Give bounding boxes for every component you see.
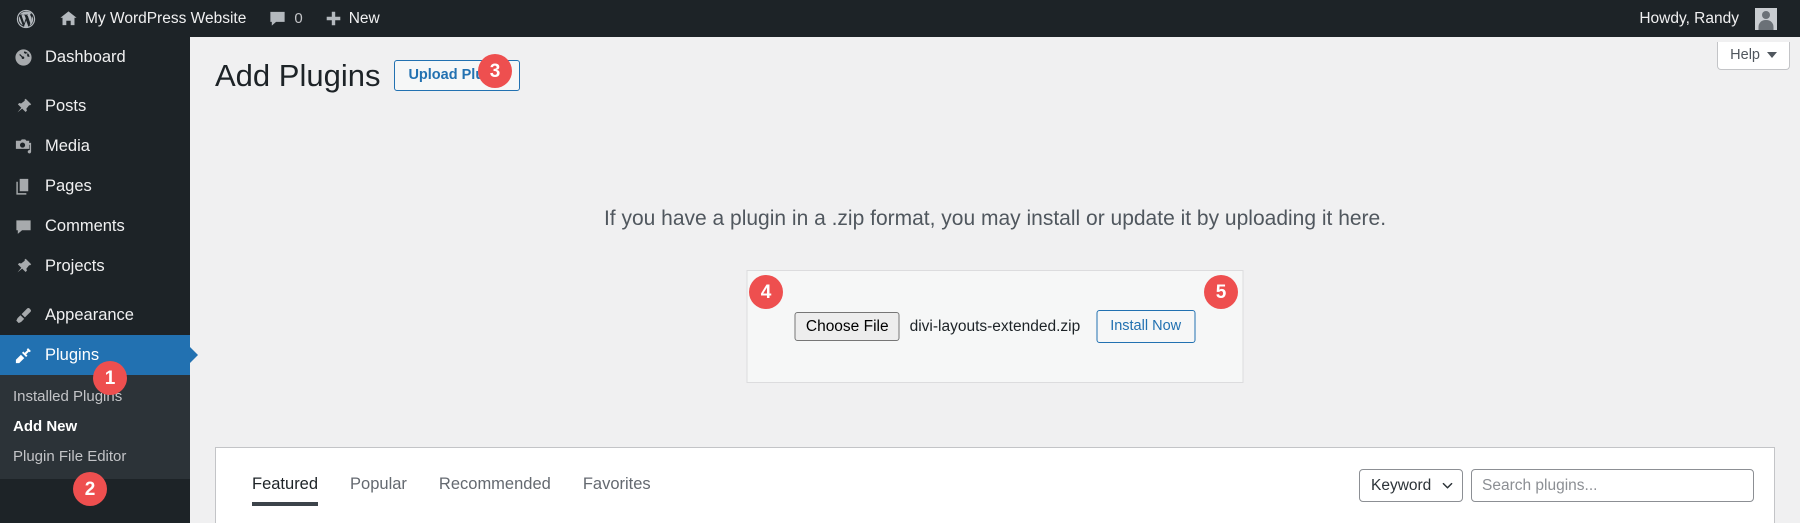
sidebar-item-media[interactable]: Media	[0, 126, 190, 166]
user-avatar-icon	[1755, 7, 1777, 30]
callout-3-upload-plugin: 3	[478, 54, 512, 88]
sidebar-item-label: Posts	[45, 96, 87, 115]
help-toggle-button[interactable]: Help	[1717, 42, 1790, 70]
howdy-label: Howdy, Randy	[1639, 9, 1739, 27]
plugin-filter-tabs: Featured Popular Recommended Favorites	[236, 466, 667, 506]
caret-down-icon	[1767, 52, 1777, 58]
pushpin-icon	[13, 256, 34, 277]
admin-bar: My WordPress Website 0 New Howdy, Randy	[0, 0, 1800, 37]
plus-icon	[325, 10, 342, 27]
help-label: Help	[1730, 47, 1760, 63]
search-plugins-input[interactable]	[1471, 469, 1754, 502]
choose-file-button[interactable]: Choose File	[794, 311, 900, 342]
sidebar-subitem-plugin-file-editor[interactable]: Plugin File Editor	[0, 441, 190, 471]
tab-popular[interactable]: Popular	[334, 466, 423, 506]
tab-favorites[interactable]: Favorites	[567, 466, 667, 506]
pages-document-icon	[13, 176, 34, 197]
new-content-label: New	[348, 9, 380, 27]
sidebar-item-posts[interactable]: Posts	[0, 86, 190, 126]
plug-icon	[13, 345, 34, 366]
tab-featured[interactable]: Featured	[236, 466, 334, 506]
admin-bar-left: My WordPress Website 0 New	[0, 0, 391, 37]
callout-1-plugins: 1	[93, 361, 127, 395]
plugin-upload-form: Choose File divi-layouts-extended.zip In…	[746, 270, 1244, 383]
keyword-select-wrapper: Keyword	[1359, 469, 1463, 502]
callout-5-install-now: 5	[1204, 275, 1238, 309]
tab-recommended[interactable]: Recommended	[423, 466, 567, 506]
sidebar-item-pages[interactable]: Pages	[0, 166, 190, 206]
wordpress-logo-icon	[15, 8, 37, 30]
main-content-area: Help Add Plugins Upload Plugin If you ha…	[190, 37, 1800, 523]
sidebar-item-label: Plugins	[45, 345, 100, 364]
wordpress-logo-menu[interactable]	[4, 0, 48, 37]
search-type-select[interactable]: Keyword	[1359, 469, 1463, 502]
comments-count: 0	[294, 10, 303, 27]
sidebar-subitem-label: Add New	[13, 417, 78, 435]
sidebar-item-comments[interactable]: Comments	[0, 206, 190, 246]
comment-bubble-icon	[13, 216, 34, 237]
site-name-label: My WordPress Website	[85, 9, 247, 27]
plugins-submenu: Installed Plugins Add New Plugin File Ed…	[0, 375, 190, 479]
comments-menu[interactable]: 0	[257, 0, 313, 37]
sidebar-subitem-add-new[interactable]: Add New	[0, 411, 190, 441]
sidebar-item-label: Appearance	[45, 305, 134, 324]
comment-bubble-icon	[268, 9, 287, 28]
sidebar-subitem-label: Plugin File Editor	[13, 447, 127, 465]
callout-2-add-new: 2	[73, 472, 107, 506]
my-account-menu[interactable]: Howdy, Randy	[1628, 0, 1788, 37]
sidebar-item-label: Comments	[45, 216, 125, 235]
sidebar-item-label: Projects	[45, 256, 105, 275]
page-header: Add Plugins Upload Plugin	[215, 57, 520, 94]
sidebar-item-label: Pages	[45, 176, 92, 195]
sidebar-item-label: Media	[45, 136, 90, 155]
media-camera-music-icon	[13, 136, 34, 157]
home-icon	[59, 9, 78, 28]
site-name-menu[interactable]: My WordPress Website	[48, 0, 257, 37]
selected-file-name: divi-layouts-extended.zip	[909, 317, 1081, 335]
new-content-menu[interactable]: New	[314, 0, 391, 37]
sidebar-item-projects[interactable]: Projects	[0, 246, 190, 286]
admin-bar-right: Howdy, Randy	[1628, 0, 1800, 37]
file-input-group[interactable]: Choose File divi-layouts-extended.zip	[794, 311, 1081, 342]
pushpin-icon	[13, 96, 34, 117]
plugin-browse-panel: Featured Popular Recommended Favorites K…	[215, 447, 1775, 523]
upload-instructions-text: If you have a plugin in a .zip format, y…	[603, 207, 1387, 230]
sidebar-item-dashboard[interactable]: Dashboard	[0, 37, 190, 77]
plugin-search-group: Keyword	[1359, 469, 1754, 502]
sidebar-item-label: Dashboard	[45, 47, 126, 66]
dashboard-gauge-icon	[13, 47, 34, 68]
admin-sidebar-menu: Dashboard Posts Media Pages Comments Pro…	[0, 37, 190, 523]
paintbrush-icon	[13, 305, 34, 326]
callout-4-choose-file: 4	[749, 275, 783, 309]
sidebar-item-appearance[interactable]: Appearance	[0, 295, 190, 335]
page-title: Add Plugins	[215, 58, 381, 93]
install-now-button[interactable]: Install Now	[1096, 310, 1196, 343]
